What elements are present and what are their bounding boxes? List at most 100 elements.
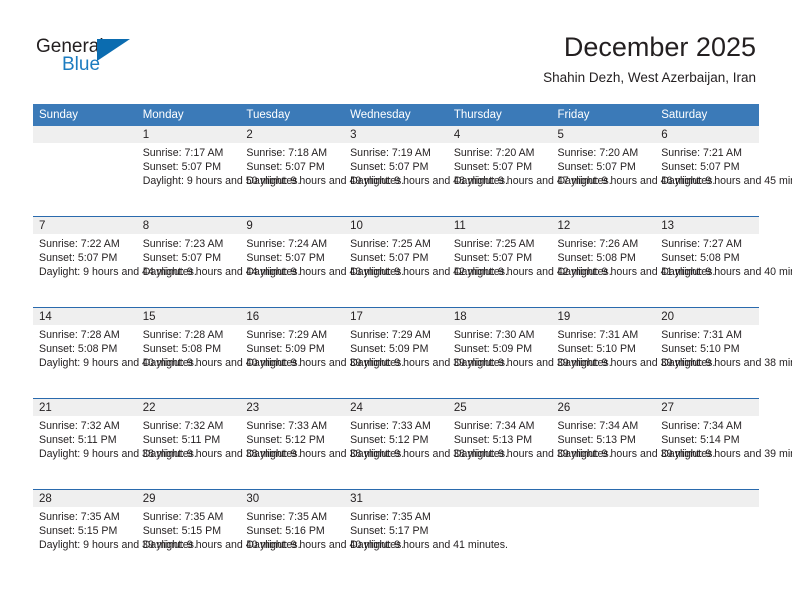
day-cell-content: 13 Sunrise: 7:27 AM Sunset: 5:08 PM Dayligh… (655, 217, 792, 307)
sunrise-text: Sunrise: 7:32 AM (142, 420, 224, 432)
calendar-day-cell[interactable]: 16 Sunrise: 7:29 AM Sunset: 5:09 PM Dayligh… (240, 307, 404, 399)
day-number: 4 (447, 126, 552, 143)
calendar-day-cell[interactable]: 5 Sunrise: 7:20 AM Sunset: 5:07 PM Daylight… (551, 126, 716, 217)
sunset-text: Sunset: 5:12 PM (246, 434, 325, 447)
daylight-text: Daylight: 9 hours and 38 minutes. (661, 357, 792, 370)
day-cell-content: 19 Sunrise: 7:31 AM Sunset: 5:10 PM Dayligh… (551, 308, 716, 398)
calendar-day-cell[interactable]: 30 Sunrise: 7:35 AM Sunset: 5:16 PM Dayligh… (240, 489, 404, 580)
calendar-day-cell[interactable]: 28 Sunrise: 7:35 AM Sunset: 5:15 PM Dayligh… (33, 489, 197, 580)
sunrise-text: Sunrise: 7:29 AM (246, 329, 328, 341)
title-block: December 2025 Shahin Dezh, West Azerbaij… (543, 30, 756, 88)
daylight-text: Daylight: 9 hours and 44 minutes. (142, 266, 301, 279)
calendar-day-cell[interactable]: 8 Sunrise: 7:23 AM Sunset: 5:07 PM Daylight… (136, 216, 301, 308)
day-details: Sunrise: 7:27 AM Sunset: 5:08 PM Daylight:… (655, 234, 792, 280)
daylight-text: Daylight: 9 hours and 40 minutes. (142, 539, 301, 552)
sunrise-text: Sunrise: 7:18 AM (246, 147, 328, 159)
calendar-page: General Blue December 2025 Shahin Dezh, … (0, 0, 792, 612)
sunset-text: Sunset: 5:09 PM (350, 343, 429, 356)
sunset-text: Sunset: 5:08 PM (557, 252, 636, 265)
calendar-day-cell[interactable]: 22 Sunrise: 7:32 AM Sunset: 5:11 PM Dayligh… (136, 398, 301, 490)
day-number: 24 (344, 399, 448, 416)
weekday-header-row: Sunday Monday Tuesday Wednesday Thursday… (33, 104, 759, 126)
calendar-day-cell[interactable]: 1 Sunrise: 7:17 AM Sunset: 5:07 PM Daylight… (136, 126, 301, 217)
calendar-week-row: 21 Sunrise: 7:32 AM Sunset: 5:11 PM Dayligh… (33, 398, 792, 490)
calendar-day-cell[interactable]: 6 Sunrise: 7:21 AM Sunset: 5:07 PM Daylight… (655, 126, 792, 217)
daylight-text: Daylight: 9 hours and 40 minutes. (661, 266, 792, 279)
sunrise-text: Sunrise: 7:30 AM (453, 329, 535, 341)
calendar-day-cell[interactable]: 10 Sunrise: 7:25 AM Sunset: 5:07 PM Dayligh… (344, 216, 508, 308)
sunrise-text: Sunrise: 7:31 AM (661, 329, 742, 341)
calendar-day-cell[interactable]: 20 Sunrise: 7:31 AM Sunset: 5:10 PM Dayligh… (655, 307, 792, 399)
calendar-day-cell (447, 489, 552, 580)
daylight-text: Daylight: 9 hours and 39 minutes. (557, 448, 716, 461)
calendar-day-cell[interactable]: 14 Sunrise: 7:28 AM Sunset: 5:08 PM Dayligh… (33, 307, 197, 399)
calendar-day-cell[interactable]: 12 Sunrise: 7:26 AM Sunset: 5:08 PM Dayligh… (551, 216, 715, 308)
weekday-header-sunday: Sunday (33, 104, 137, 126)
day-details: Sunrise: 7:22 AM Sunset: 5:07 PM Daylight:… (33, 234, 197, 280)
day-details: Sunrise: 7:23 AM Sunset: 5:07 PM Daylight:… (137, 234, 301, 280)
calendar-day-cell[interactable]: 13 Sunrise: 7:27 AM Sunset: 5:08 PM Dayligh… (655, 216, 792, 308)
sunrise-text: Sunrise: 7:35 AM (350, 511, 431, 523)
sunset-text: Sunset: 5:08 PM (142, 343, 222, 356)
calendar-day-cell[interactable]: 18 Sunrise: 7:30 AM Sunset: 5:09 PM Dayligh… (447, 307, 612, 399)
calendar-day-cell[interactable]: 31 Sunrise: 7:35 AM Sunset: 5:17 PM Dayligh… (344, 489, 508, 580)
day-details: Sunrise: 7:35 AM Sunset: 5:16 PM Daylight:… (240, 507, 404, 553)
calendar-day-cell[interactable]: 17 Sunrise: 7:29 AM Sunset: 5:09 PM Dayligh… (344, 307, 508, 399)
day-number: 26 (551, 399, 656, 416)
calendar-day-cell[interactable]: 27 Sunrise: 7:34 AM Sunset: 5:14 PM Dayligh… (655, 398, 792, 490)
calendar-day-cell[interactable]: 29 Sunrise: 7:35 AM Sunset: 5:15 PM Dayligh… (136, 489, 301, 580)
day-cell-content: 20 Sunrise: 7:31 AM Sunset: 5:10 PM Dayligh… (655, 308, 792, 398)
calendar-day-cell[interactable]: 4 Sunrise: 7:20 AM Sunset: 5:07 PM Daylight… (447, 126, 612, 217)
weekday-header-tuesday: Tuesday (240, 104, 345, 126)
sunrise-text: Sunrise: 7:22 AM (39, 238, 120, 250)
day-details: Sunrise: 7:35 AM Sunset: 5:17 PM Daylight:… (344, 507, 508, 553)
calendar-week-row: 1 Sunrise: 7:17 AM Sunset: 5:07 PM Daylight… (33, 126, 792, 217)
calendar-day-cell[interactable]: 3 Sunrise: 7:19 AM Sunset: 5:07 PM Daylight… (344, 126, 508, 217)
sunset-text: Sunset: 5:08 PM (661, 252, 740, 265)
calendar-day-cell[interactable]: 11 Sunrise: 7:25 AM Sunset: 5:07 PM Dayligh… (447, 216, 612, 308)
day-details: Sunrise: 7:32 AM Sunset: 5:11 PM Daylight:… (33, 416, 197, 462)
sunrise-text: Sunrise: 7:26 AM (557, 238, 639, 250)
day-details: Sunrise: 7:33 AM Sunset: 5:12 PM Daylight:… (240, 416, 405, 462)
calendar-day-cell[interactable]: 21 Sunrise: 7:32 AM Sunset: 5:11 PM Dayligh… (33, 398, 197, 490)
day-number: 18 (447, 308, 552, 325)
calendar-day-cell[interactable]: 7 Sunrise: 7:22 AM Sunset: 5:07 PM Daylight… (33, 216, 197, 308)
calendar-day-cell[interactable]: 2 Sunrise: 7:18 AM Sunset: 5:07 PM Daylight… (240, 126, 404, 217)
calendar-day-cell[interactable]: 23 Sunrise: 7:33 AM Sunset: 5:12 PM Dayligh… (240, 398, 405, 490)
day-cell-content: 15 Sunrise: 7:28 AM Sunset: 5:08 PM Dayligh… (136, 308, 301, 398)
day-number: 15 (136, 308, 241, 325)
brand-logo[interactable]: General Blue (36, 36, 146, 80)
daylight-text: Daylight: 9 hours and 42 minutes. (453, 266, 612, 279)
day-number: 7 (33, 217, 137, 234)
sunrise-text: Sunrise: 7:34 AM (661, 420, 742, 432)
calendar-day-cell[interactable]: 24 Sunrise: 7:33 AM Sunset: 5:12 PM Dayligh… (344, 398, 508, 490)
day-details: Sunrise: 7:30 AM Sunset: 5:09 PM Daylight:… (448, 325, 612, 371)
day-details: Sunrise: 7:24 AM Sunset: 5:07 PM Daylight:… (240, 234, 404, 280)
calendar-day-cell (33, 126, 137, 217)
calendar-day-cell[interactable]: 25 Sunrise: 7:34 AM Sunset: 5:13 PM Dayligh… (447, 398, 612, 490)
day-number: 2 (240, 126, 345, 143)
sunrise-text: Sunrise: 7:32 AM (39, 420, 120, 432)
day-number: 31 (344, 490, 448, 507)
day-number: 1 (136, 126, 241, 143)
day-details: Sunrise: 7:31 AM Sunset: 5:10 PM Daylight:… (552, 325, 716, 371)
calendar-day-cell[interactable]: 26 Sunrise: 7:34 AM Sunset: 5:13 PM Dayligh… (551, 398, 716, 490)
sunset-text: Sunset: 5:15 PM (39, 525, 118, 538)
day-number: 11 (447, 217, 552, 234)
calendar-day-cell[interactable]: 9 Sunrise: 7:24 AM Sunset: 5:07 PM Daylight… (240, 216, 404, 308)
calendar-day-cell[interactable]: 19 Sunrise: 7:31 AM Sunset: 5:10 PM Dayligh… (551, 307, 716, 399)
day-details: Sunrise: 7:20 AM Sunset: 5:07 PM Daylight:… (552, 143, 716, 189)
day-cell-content: 28 Sunrise: 7:35 AM Sunset: 5:15 PM Dayligh… (33, 490, 197, 580)
sunrise-text: Sunrise: 7:34 AM (453, 420, 535, 432)
day-number: 9 (240, 217, 345, 234)
sunset-text: Sunset: 5:07 PM (557, 161, 636, 174)
daylight-text: Daylight: 9 hours and 45 minutes. (661, 175, 792, 188)
daylight-text: Daylight: 9 hours and 38 minutes. (142, 448, 301, 461)
day-details: Sunrise: 7:28 AM Sunset: 5:08 PM Daylight:… (137, 325, 301, 371)
sunrise-text: Sunrise: 7:21 AM (661, 147, 742, 159)
daylight-text: Daylight: 9 hours and 38 minutes. (246, 448, 405, 461)
sunset-text: Sunset: 5:10 PM (661, 343, 740, 356)
calendar-day-cell[interactable]: 15 Sunrise: 7:28 AM Sunset: 5:08 PM Dayligh… (136, 307, 301, 399)
sunset-text: Sunset: 5:07 PM (350, 161, 429, 174)
day-number (33, 126, 137, 143)
